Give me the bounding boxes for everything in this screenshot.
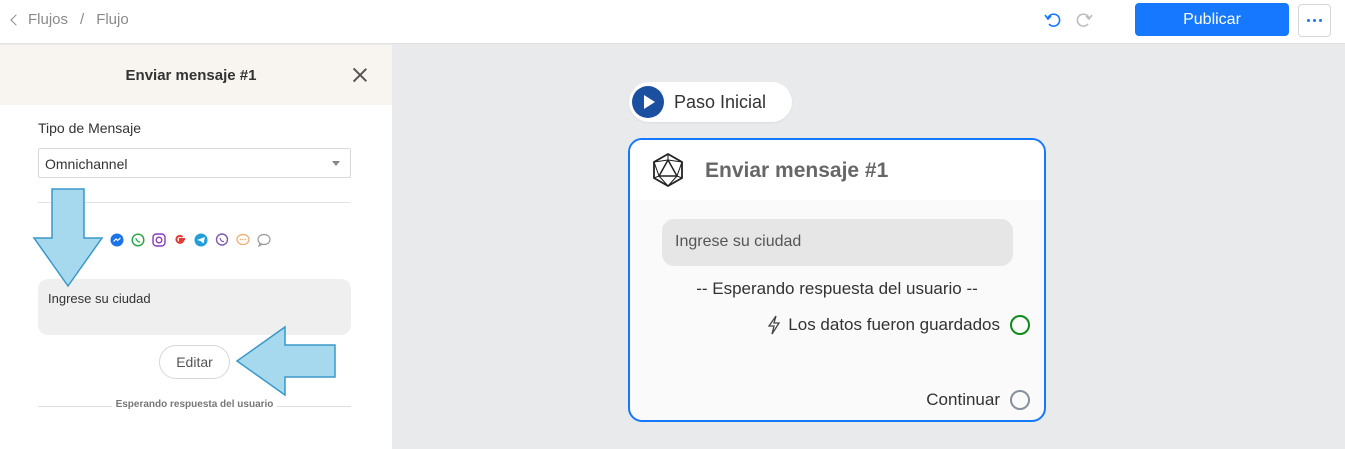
node-saved-output: Los datos fueron guardados	[766, 315, 1030, 335]
waiting-label: Esperando respuesta del usuario	[111, 399, 278, 410]
undo-icon[interactable]	[1043, 10, 1063, 30]
node-waiting-text: -- Esperando respuesta del usuario --	[696, 279, 978, 298]
waiting-label-wrap: Esperando respuesta del usuario	[38, 399, 351, 410]
chat-icon	[257, 233, 271, 247]
saved-output-port[interactable]	[1010, 315, 1030, 335]
sms-icon	[236, 233, 250, 246]
panel-title: Enviar mensaje #1	[125, 67, 257, 84]
polyhedron-icon	[653, 152, 683, 188]
node-header: Enviar mensaje #1	[630, 140, 1044, 200]
start-node[interactable]: Paso Inicial	[629, 82, 792, 122]
publish-button[interactable]: Publicar	[1135, 3, 1289, 36]
breadcrumb: Flujos / Flujo	[10, 11, 129, 28]
play-icon	[632, 86, 664, 118]
node-title: Enviar mensaje #1	[705, 159, 889, 182]
message-type-select[interactable]: Omnichannel	[38, 148, 351, 178]
breadcrumb-flujos[interactable]: Flujos	[28, 11, 68, 28]
node-saved-label: Los datos fueron guardados	[788, 315, 1000, 334]
breadcrumb-flujo: Flujo	[96, 11, 129, 28]
whatsapp-icon	[131, 233, 145, 247]
viber-icon	[215, 233, 229, 246]
dot-icon	[1319, 19, 1322, 22]
edit-button[interactable]: Editar	[159, 345, 230, 379]
google-icon	[175, 234, 185, 244]
message-type-value: Omnichannel	[45, 156, 128, 172]
down-arrow-annotation	[32, 188, 104, 288]
messenger-icon	[110, 233, 124, 247]
breadcrumb-separator: /	[80, 11, 85, 28]
telegram-icon	[194, 233, 208, 247]
caret-down-icon	[332, 161, 340, 166]
panel-header: Enviar mensaje #1	[0, 45, 392, 105]
channel-icons	[110, 233, 271, 247]
close-icon[interactable]	[352, 67, 368, 83]
send-message-node[interactable]: Enviar mensaje #1 Ingrese su ciudad -- E…	[628, 138, 1046, 422]
top-bar: Flujos / Flujo Publicar	[0, 0, 1345, 44]
start-node-label: Paso Inicial	[674, 91, 767, 112]
dot-icon	[1313, 19, 1316, 22]
node-continue-label: Continuar	[926, 390, 1000, 409]
lightning-icon	[768, 315, 781, 335]
chevron-left-icon[interactable]	[10, 14, 22, 26]
node-message-bubble: Ingrese su ciudad	[662, 219, 1013, 266]
more-options-button[interactable]	[1298, 4, 1331, 37]
waiting-indicator: Esperando respuesta del usuario	[38, 399, 351, 413]
dot-icon	[1307, 19, 1310, 22]
left-arrow-annotation	[235, 325, 336, 397]
instagram-icon	[152, 233, 166, 247]
continue-output-port[interactable]	[1010, 390, 1030, 410]
message-type-label: Tipo de Mensaje	[38, 120, 141, 136]
node-continue-output: Continuar	[926, 390, 1030, 410]
redo-icon[interactable]	[1074, 10, 1094, 30]
